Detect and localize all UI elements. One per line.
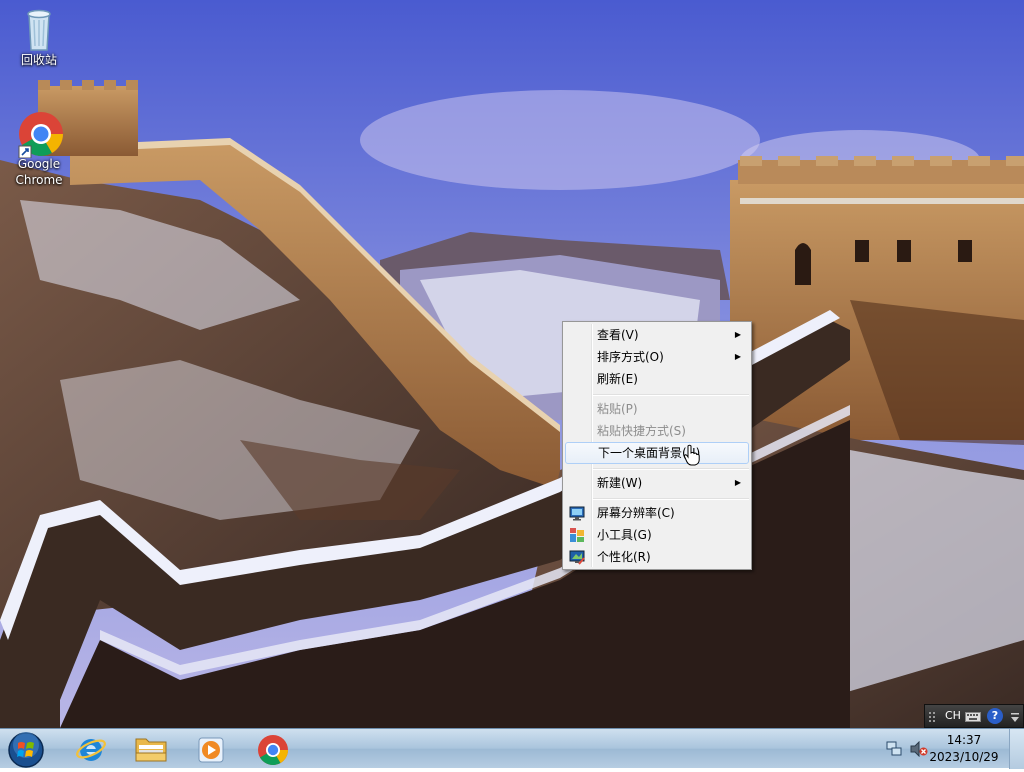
taskbar-file-explorer[interactable] xyxy=(124,731,178,767)
desktop[interactable]: 回收站 Google Chrome xyxy=(0,0,1024,728)
desktop-icon-label: 回收站 xyxy=(20,53,57,67)
menu-item-label: 粘贴快捷方式(S) xyxy=(597,424,686,438)
keyboard-icon[interactable] xyxy=(965,711,981,723)
recycle-bin-icon xyxy=(17,6,61,51)
taskbar-internet-explorer[interactable] xyxy=(64,731,118,767)
media-player-icon xyxy=(198,737,224,763)
taskbar-media-player[interactable] xyxy=(184,731,238,767)
menu-item-screen-resolution[interactable]: 屏幕分辨率(C) xyxy=(565,502,749,524)
menu-item-next-desktop-background[interactable]: 下一个桌面背景(N) xyxy=(565,442,749,464)
menu-item-paste-shortcut: 粘贴快捷方式(S) xyxy=(565,420,749,442)
monitor-icon xyxy=(569,505,585,521)
language-indicator[interactable]: CH xyxy=(945,709,961,722)
help-icon[interactable]: ? xyxy=(987,708,1003,724)
internet-explorer-icon xyxy=(76,739,106,761)
menu-item-label: 新建(W) xyxy=(597,476,643,490)
menu-item-label: 查看(V) xyxy=(597,328,639,342)
taskbar-chrome[interactable] xyxy=(246,731,300,767)
submenu-arrow-icon: ▶ xyxy=(734,330,741,339)
menu-item-gadgets[interactable]: 小工具(G) xyxy=(565,524,749,546)
menu-item-label: 小工具(G) xyxy=(597,528,652,542)
language-bar[interactable]: CH ? xyxy=(924,704,1024,728)
menu-item-view[interactable]: 查看(V) ▶ xyxy=(565,324,749,346)
start-button[interactable] xyxy=(0,731,52,768)
menu-item-label: 个性化(R) xyxy=(597,550,651,564)
drag-handle-icon xyxy=(929,712,935,722)
chrome-icon xyxy=(17,110,63,159)
menu-item-label: 粘贴(P) xyxy=(597,402,638,416)
submenu-arrow-icon: ▶ xyxy=(734,352,741,361)
chrome-icon xyxy=(258,735,288,766)
taskbar: 14:37 2023/10/29 xyxy=(0,728,1024,769)
hand-cursor-icon xyxy=(683,444,700,466)
menu-item-label: 刷新(E) xyxy=(597,372,638,386)
wallpaper-great-wall xyxy=(0,0,1024,728)
gadgets-icon xyxy=(569,527,585,543)
clock-date: 2023/10/29 xyxy=(929,750,999,764)
menu-separator xyxy=(593,498,749,500)
personalize-icon xyxy=(569,549,585,565)
desktop-context-menu: 查看(V) ▶ 排序方式(O) ▶ 刷新(E) 粘贴(P) 粘贴快捷方式(S) … xyxy=(562,321,752,570)
clock-time: 14:37 xyxy=(946,733,982,747)
menu-separator xyxy=(593,394,749,396)
menu-item-paste: 粘贴(P) xyxy=(565,398,749,420)
menu-item-new[interactable]: 新建(W) ▶ xyxy=(565,472,749,494)
menu-item-personalize[interactable]: 个性化(R) xyxy=(565,546,749,568)
desktop-icon-recycle-bin[interactable]: 回收站 xyxy=(6,6,72,68)
menu-item-refresh[interactable]: 刷新(E) xyxy=(565,368,749,390)
network-icon[interactable] xyxy=(886,741,902,757)
options-arrow-icon[interactable] xyxy=(1011,713,1019,723)
start-orb-icon xyxy=(8,732,44,768)
menu-separator xyxy=(593,468,749,470)
menu-item-label: 屏幕分辨率(C) xyxy=(597,506,675,520)
clock[interactable]: 14:37 2023/10/29 xyxy=(926,732,1002,766)
menu-item-label: 排序方式(O) xyxy=(597,350,664,364)
desktop-icon-google-chrome[interactable]: Google Chrome xyxy=(6,110,72,188)
show-desktop-button[interactable] xyxy=(1009,729,1024,769)
desktop-icon-label: Google Chrome xyxy=(15,157,63,187)
submenu-arrow-icon: ▶ xyxy=(734,478,741,487)
menu-item-sort-by[interactable]: 排序方式(O) ▶ xyxy=(565,346,749,368)
file-explorer-icon xyxy=(135,738,167,762)
